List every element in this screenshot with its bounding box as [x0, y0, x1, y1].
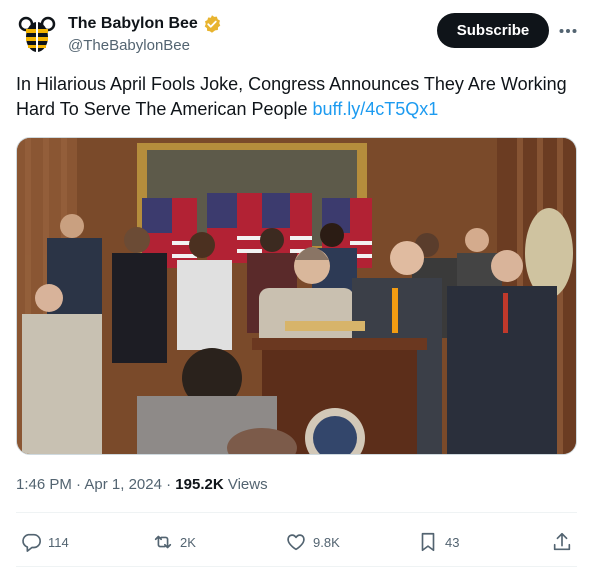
tweet-time[interactable]: 1:46 PM — [16, 476, 72, 493]
reply-count: 114 — [48, 534, 69, 550]
tweet-link[interactable]: buff.ly/4cT5Qx1 — [313, 99, 439, 119]
verified-badge-icon — [204, 15, 221, 33]
tweet-text-body: In Hilarious April Fools Joke, Congress … — [16, 74, 567, 119]
account-name[interactable]: The Babylon Bee — [68, 14, 198, 34]
press-conference-photo — [17, 138, 576, 454]
reply-icon — [22, 533, 41, 552]
repost-count: 2K — [180, 534, 196, 550]
like-button[interactable]: 9.8K — [285, 522, 340, 562]
account-handle[interactable]: @TheBabylonBee — [68, 37, 190, 54]
tweet-photo[interactable] — [16, 137, 577, 455]
more-horizontal-icon[interactable] — [556, 16, 580, 46]
bookmark-count: 43 — [445, 534, 460, 550]
repost-button[interactable]: 2K — [152, 522, 196, 562]
tweet-card: The Babylon Bee @TheBabylonBee Subscribe… — [0, 0, 601, 580]
share-icon — [553, 532, 571, 551]
tweet-meta: 1:46 PM · Apr 1, 2024 · 195.2K Views — [16, 476, 268, 493]
divider-bottom — [16, 566, 577, 567]
subscribe-button[interactable]: Subscribe — [437, 13, 549, 48]
meta-separator-2: · — [166, 476, 172, 493]
avatar[interactable] — [16, 14, 58, 56]
meta-separator-1: · — [76, 476, 82, 493]
views-label: Views — [227, 476, 268, 493]
share-button[interactable] — [551, 522, 573, 562]
bee-logo-icon — [18, 16, 56, 53]
tweet-text: In Hilarious April Fools Joke, Congress … — [16, 72, 586, 122]
divider-top — [16, 512, 577, 513]
action-bar: 114 2K 9.8K 43 — [16, 522, 584, 562]
views-count: 195.2K — [175, 476, 224, 493]
heart-icon — [287, 534, 305, 551]
bookmark-icon — [421, 532, 435, 552]
like-count: 9.8K — [313, 534, 340, 550]
reply-button[interactable]: 114 — [20, 522, 69, 562]
repost-icon — [154, 535, 172, 549]
bookmark-button[interactable]: 43 — [417, 522, 459, 562]
tweet-date[interactable]: Apr 1, 2024 — [84, 476, 162, 493]
